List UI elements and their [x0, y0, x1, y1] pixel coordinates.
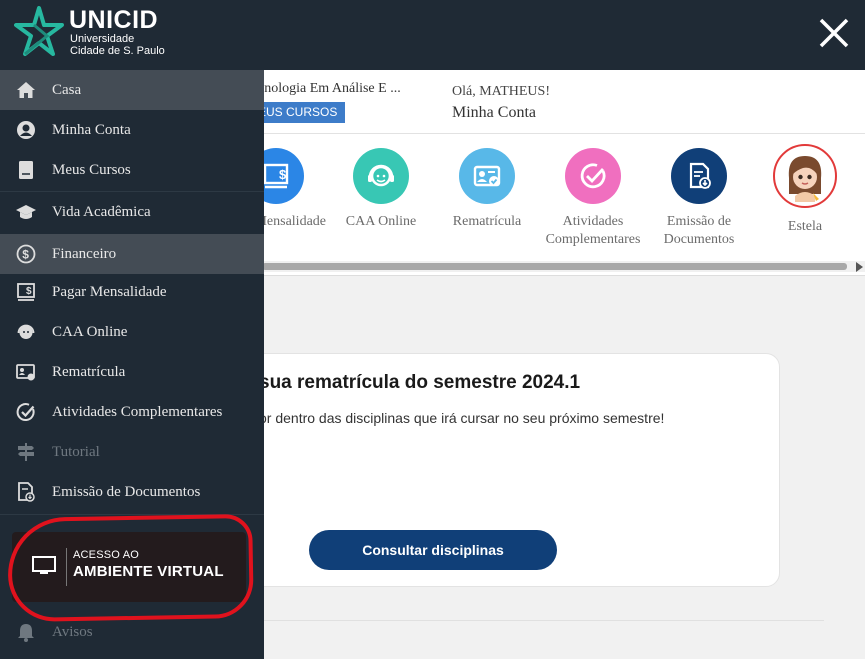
brand-name: UNICID [69, 5, 159, 34]
horizontal-scrollbar[interactable] [262, 261, 865, 272]
user-circle-icon [0, 120, 52, 140]
dollar-circle-icon: $ [0, 244, 52, 264]
svg-text:$: $ [279, 167, 287, 182]
brand-line2: Cidade de S. Paulo [70, 44, 165, 57]
sidebar-item-label: Tutorial [52, 443, 100, 460]
unicid-logo[interactable]: UNICID Universidade Cidade de S. Paulo [14, 6, 165, 58]
quick-link-label: Emissão de Documentos [663, 214, 735, 247]
document-download-icon [0, 482, 52, 502]
close-icon[interactable] [817, 16, 851, 50]
check-circle-icon [0, 402, 52, 422]
sidebar-item-label: Casa [52, 81, 82, 98]
sidebar-item-label: Minha Conta [52, 121, 131, 138]
sidebar-item-label: Pagar Mensalidade [52, 283, 167, 300]
id-card-check-icon [0, 362, 52, 382]
home-icon [0, 80, 52, 100]
sidebar-item-label: Rematrícula [52, 363, 126, 380]
sidebar-item-financeiro[interactable]: $ Financeiro [0, 234, 264, 274]
sidebar-item-meus-cursos[interactable]: Meus Cursos [0, 150, 264, 190]
sidebar-item-casa[interactable]: Casa [0, 70, 264, 110]
monitor-icon [32, 556, 56, 574]
sidebar-item-label: Emissão de Documentos [52, 483, 201, 500]
sidebar-item-label: Meus Cursos [52, 161, 131, 178]
sidebar-item-rematricula[interactable]: Rematrícula [0, 352, 264, 392]
id-card-check-icon [459, 148, 515, 204]
virtual-small-label: ACESSO AO [73, 549, 139, 561]
sidebar-item-pagar-mensalidade[interactable]: $ Pagar Mensalidade [0, 272, 264, 312]
greeting-text: Olá, MATHEUS! [452, 84, 550, 99]
sidebar-item-label: Financeiro [52, 245, 117, 262]
quick-link-label: Rematrícula [452, 214, 522, 229]
quick-link-label: Atividades Complementares [545, 214, 641, 247]
book-icon [0, 160, 52, 180]
document-download-icon [671, 148, 727, 204]
quick-link-caa-online[interactable]: CAA Online [331, 148, 431, 231]
sidebar-item-label: Avisos [52, 623, 93, 640]
sidebar-item-minha-conta[interactable]: Minha Conta [0, 110, 264, 150]
invoice-dollar-icon: $ [0, 282, 52, 302]
quick-link-atividades-complementares[interactable]: Atividades Complementares [543, 148, 643, 249]
sidebar-item-label: Atividades Complementares [52, 403, 223, 420]
sidebar-item-label: Vida Acadêmica [52, 203, 151, 220]
avatar-estela [773, 144, 837, 208]
account-link[interactable]: Minha Conta [452, 104, 536, 122]
sidebar-divider [0, 514, 264, 515]
quick-link-label: Estela [787, 219, 823, 234]
virtual-big-label: AMBIENTE VIRTUAL [73, 563, 224, 580]
svg-text:$: $ [26, 286, 32, 297]
sidebar-item-caa-online[interactable]: CAA Online [0, 312, 264, 352]
ambiente-virtual-button[interactable]: ACESSO AO AMBIENTE VIRTUAL [12, 532, 246, 602]
sidebar-item-avisos[interactable]: Avisos [0, 612, 264, 652]
star-logo-icon [14, 6, 64, 56]
separator-line [66, 548, 67, 586]
support-agent-icon [353, 148, 409, 204]
sidebar-item-atividades-complementares[interactable]: Atividades Complementares [0, 392, 264, 432]
course-name[interactable]: cnologia Em Análise E ... [258, 81, 401, 97]
sidebar-item-emissao-documentos[interactable]: Emissão de Documentos [0, 472, 264, 512]
card-text: or dentro das disciplinas que irá cursar… [259, 410, 665, 426]
signpost-icon [0, 442, 52, 462]
sidebar-item-tutorial[interactable]: Tutorial [0, 432, 264, 472]
sidebar-item-label: CAA Online [52, 323, 128, 340]
bell-icon [0, 622, 52, 642]
support-agent-icon [0, 322, 52, 342]
sidebar-menu: Casa Minha Conta Meus Cursos Vida Acadêm… [0, 70, 264, 659]
sidebar-item-vida-academica[interactable]: Vida Acadêmica [0, 192, 264, 232]
quick-link-emissao-documentos[interactable]: Emissão de Documentos [649, 148, 749, 249]
scrollbar-thumb[interactable] [262, 263, 847, 270]
my-courses-button[interactable]: EUS CURSOS [258, 102, 346, 123]
scroll-right-arrow-icon[interactable] [856, 262, 863, 272]
card-title: sua rematrícula do semestre 2024.1 [259, 372, 581, 393]
top-bar: UNICID Universidade Cidade de S. Paulo [0, 0, 865, 70]
consultar-disciplinas-button[interactable]: Consultar disciplinas [309, 530, 557, 570]
svg-text:$: $ [22, 248, 29, 262]
brand-line1: Universidade [70, 32, 135, 45]
quick-link-label: CAA Online [345, 214, 417, 229]
quick-link-estela[interactable]: Estela [755, 144, 855, 236]
quick-link-rematricula[interactable]: Rematrícula [437, 148, 537, 231]
rematricula-card: sua rematrícula do semestre 2024.1 or de… [180, 353, 780, 587]
check-circle-icon [565, 148, 621, 204]
content-divider [264, 620, 824, 621]
graduation-cap-icon [0, 202, 52, 222]
